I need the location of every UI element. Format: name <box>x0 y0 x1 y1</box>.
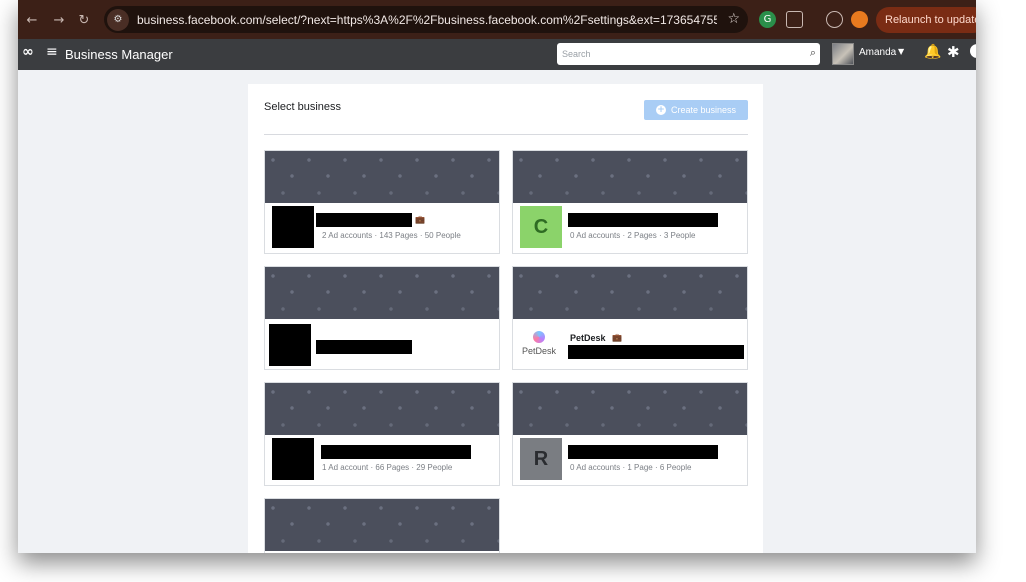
url-text[interactable]: business.facebook.com/select/?next=https… <box>137 13 717 27</box>
petdesk-logo-text: PetDesk <box>521 346 556 356</box>
business-name: PetDesk <box>570 333 606 343</box>
card-cover <box>513 383 747 435</box>
forward-button[interactable]: → <box>49 10 69 30</box>
card-cover <box>265 383 499 435</box>
create-business-label: Create business <box>670 105 737 115</box>
profile-avatar-icon[interactable] <box>851 11 868 28</box>
business-stats: 0 Ad accounts · 2 Pages · 3 People <box>570 231 696 240</box>
petdesk-badge-icon <box>533 331 545 343</box>
business-thumbnail: R <box>520 438 562 480</box>
business-card[interactable]: R 0 Ad accounts · 1 Page · 6 People <box>512 382 748 486</box>
grammarly-extension-icon[interactable]: G <box>759 11 776 28</box>
redacted-name <box>568 213 718 227</box>
chevron-down-icon[interactable]: ▼ <box>898 47 904 56</box>
user-name[interactable]: Amanda <box>859 47 896 58</box>
business-thumbnail <box>272 206 314 248</box>
business-card[interactable]: 1 Ad account · 66 Pages · 29 People <box>264 382 500 486</box>
redacted-details <box>568 345 744 359</box>
bookmark-star-icon[interactable]: ☆ <box>727 11 740 27</box>
business-card[interactable]: 💼 2 Ad accounts · 143 Pages · 50 People <box>264 150 500 254</box>
petdesk-logo: PetDesk <box>519 331 559 361</box>
notifications-bell-icon[interactable]: 🔔 <box>924 44 941 60</box>
card-cover <box>513 267 747 319</box>
business-card[interactable] <box>264 498 500 553</box>
redacted-name <box>568 445 718 459</box>
reload-button[interactable]: ↻ <box>74 10 94 30</box>
card-cover <box>265 267 499 319</box>
business-card[interactable] <box>264 266 500 370</box>
redacted-name <box>316 213 412 227</box>
address-bar[interactable]: ⚙ business.facebook.com/select/?next=htt… <box>104 6 748 33</box>
create-business-button[interactable]: + Create business <box>644 100 748 120</box>
meta-logo-icon[interactable]: ∞ <box>22 44 34 60</box>
card-cover <box>265 151 499 203</box>
gear-icon[interactable]: ✱ <box>947 43 960 61</box>
briefcase-icon: 💼 <box>612 333 622 342</box>
business-card[interactable]: C 0 Ad accounts · 2 Pages · 3 People <box>512 150 748 254</box>
redacted-name <box>316 340 412 354</box>
card-cover <box>265 499 499 551</box>
search-placeholder: Search <box>562 49 591 59</box>
card-cover <box>513 151 747 203</box>
divider <box>264 134 748 135</box>
back-button[interactable]: ← <box>22 10 42 30</box>
search-icon[interactable]: ⌕ <box>810 46 816 60</box>
app-title: Business Manager <box>65 47 173 62</box>
business-thumbnail <box>269 324 311 366</box>
relaunch-button[interactable]: Relaunch to update <box>876 7 976 33</box>
plus-icon: + <box>655 105 666 115</box>
site-info-icon[interactable]: ⚙ <box>107 8 129 31</box>
business-card[interactable]: PetDesk PetDesk 💼 <box>512 266 748 370</box>
briefcase-icon: 💼 <box>415 215 425 224</box>
business-thumbnail: C <box>520 206 562 248</box>
menu-icon[interactable]: ≡ <box>46 44 58 60</box>
search-input[interactable]: Search ⌕ <box>557 43 820 65</box>
business-thumbnail <box>272 438 314 480</box>
redacted-name <box>321 445 471 459</box>
extension-icon[interactable] <box>826 11 843 28</box>
page-title: Select business <box>264 101 342 113</box>
facebook-top-bar: ∞ ≡ Business Manager Search ⌕ Amanda ▼ 🔔… <box>18 39 976 70</box>
extensions-puzzle-icon[interactable] <box>786 11 803 28</box>
browser-toolbar: ← → ↻ ⚙ business.facebook.com/select/?ne… <box>18 0 976 39</box>
avatar[interactable] <box>832 43 854 65</box>
business-stats: 1 Ad account · 66 Pages · 29 People <box>322 463 453 472</box>
business-stats: 2 Ad accounts · 143 Pages · 50 People <box>322 231 461 240</box>
business-stats: 0 Ad accounts · 1 Page · 6 People <box>570 463 692 472</box>
browser-window: ← → ↻ ⚙ business.facebook.com/select/?ne… <box>18 0 976 553</box>
help-icon[interactable] <box>970 44 976 58</box>
select-business-panel: Select business + Create business 💼 2 Ad… <box>248 84 763 553</box>
